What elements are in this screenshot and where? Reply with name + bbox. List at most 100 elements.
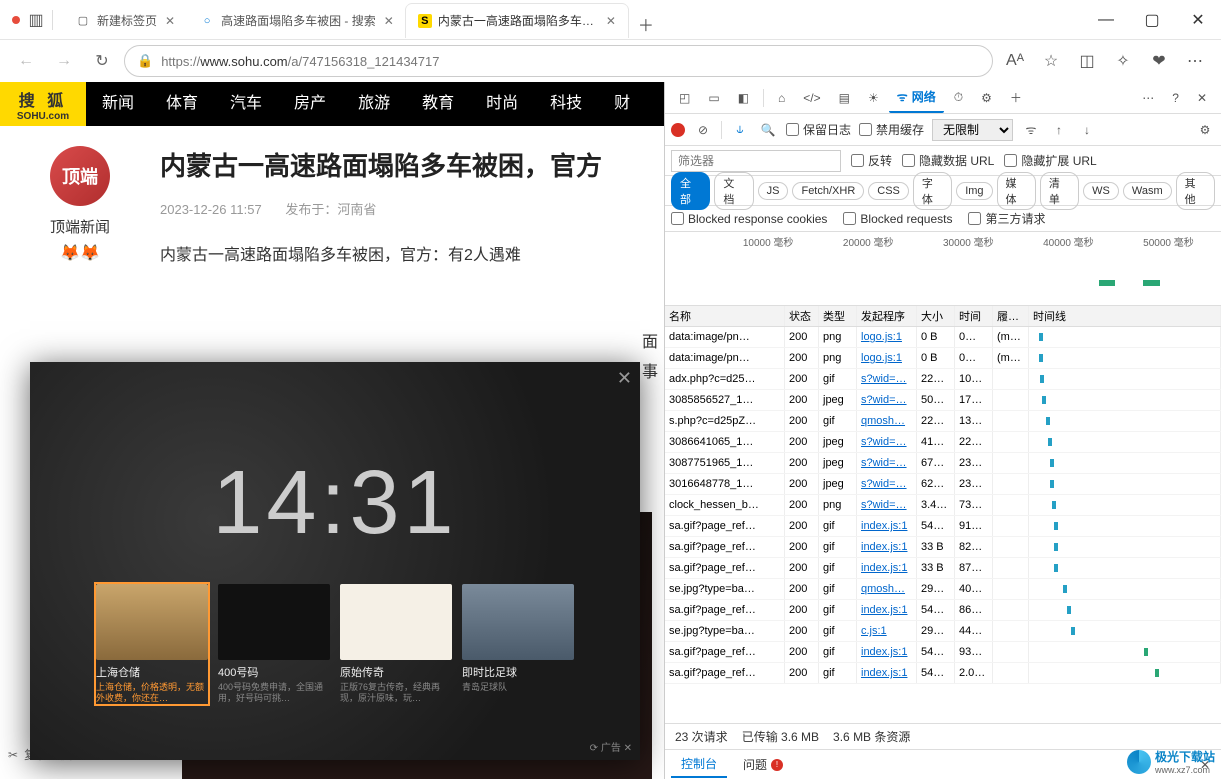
close-icon[interactable]: ✕ bbox=[606, 14, 616, 28]
column-header[interactable]: 履… bbox=[993, 306, 1029, 326]
cell-initiator[interactable]: index.js:1 bbox=[857, 642, 917, 662]
table-row[interactable]: sa.gif?page_ref…200gifindex.js:154…91… bbox=[665, 516, 1221, 537]
hide-ext-url-checkbox[interactable]: 隐藏扩展 URL bbox=[1004, 152, 1096, 169]
cell-initiator[interactable]: s?wid=… bbox=[857, 495, 917, 515]
type-chip[interactable]: Img bbox=[956, 182, 992, 200]
table-row[interactable]: adx.php?c=d25…200gifs?wid=…22…10… bbox=[665, 369, 1221, 390]
ad-label[interactable]: ⟳ 广告 ✕ bbox=[590, 739, 632, 754]
minimize-button[interactable]: — bbox=[1083, 0, 1129, 40]
search-icon[interactable]: 🔍 bbox=[758, 120, 778, 140]
drawer-tab-issues[interactable]: 问题 ! bbox=[733, 752, 793, 777]
cell-initiator[interactable]: index.js:1 bbox=[857, 558, 917, 578]
close-icon[interactable]: ✕ bbox=[384, 14, 394, 28]
devtools-close-button[interactable]: ✕ bbox=[1189, 85, 1215, 111]
invert-checkbox[interactable]: 反转 bbox=[851, 152, 892, 169]
cell-initiator[interactable]: qmosh… bbox=[857, 579, 917, 599]
type-chip[interactable]: 清单 bbox=[1040, 172, 1079, 210]
ad-card[interactable]: 上海仓储 上海仓储，价格透明，无额外收费，你还在… bbox=[96, 584, 208, 704]
type-chip[interactable]: CSS bbox=[868, 182, 909, 200]
ad-card[interactable]: 原始传奇 正版76复古传奇，经典再现，原汁原味，玩… bbox=[340, 584, 452, 704]
table-row[interactable]: 3086641065_1…200jpegs?wid=…41…22… bbox=[665, 432, 1221, 453]
nav-item[interactable]: 时尚 bbox=[470, 82, 534, 126]
column-header[interactable]: 发起程序 bbox=[857, 306, 917, 326]
author-card[interactable]: 顶端 顶端新闻 🦊🦊 bbox=[20, 146, 140, 271]
clear-button[interactable]: ⊘ bbox=[693, 120, 713, 140]
network-timeline[interactable]: 10000 毫秒20000 毫秒30000 毫秒40000 毫秒50000 毫秒… bbox=[665, 232, 1221, 306]
more-tools-button[interactable]: ⋯ bbox=[1134, 85, 1162, 111]
blocked-requests-checkbox[interactable]: Blocked requests bbox=[843, 212, 952, 226]
sohu-logo[interactable]: 搜 狐 SOHU.com bbox=[0, 82, 86, 126]
third-party-checkbox[interactable]: 第三方请求 bbox=[968, 210, 1045, 227]
type-chip[interactable]: WS bbox=[1083, 182, 1119, 200]
nav-item[interactable]: 财 bbox=[598, 82, 646, 126]
cell-initiator[interactable]: c.js:1 bbox=[857, 621, 917, 641]
nav-item[interactable]: 汽车 bbox=[214, 82, 278, 126]
table-row[interactable]: clock_hessen_b…200pngs?wid=…3.4…73… bbox=[665, 495, 1221, 516]
cell-initiator[interactable]: index.js:1 bbox=[857, 516, 917, 536]
nav-item[interactable]: 新闻 bbox=[86, 82, 150, 126]
table-row[interactable]: data:image/pn…200pnglogo.js:10 B0…(m… bbox=[665, 348, 1221, 369]
nav-item[interactable]: 旅游 bbox=[342, 82, 406, 126]
cell-initiator[interactable]: index.js:1 bbox=[857, 537, 917, 557]
filter-input[interactable] bbox=[671, 150, 841, 172]
menu-button[interactable]: ⋯ bbox=[1179, 45, 1211, 77]
type-chip[interactable]: 媒体 bbox=[997, 172, 1036, 210]
cell-initiator[interactable]: s?wid=… bbox=[857, 453, 917, 473]
nav-item[interactable]: 科技 bbox=[534, 82, 598, 126]
import-har-icon[interactable]: ↑ bbox=[1049, 120, 1069, 140]
inspect-element-icon[interactable]: ◰ bbox=[671, 85, 698, 111]
export-har-icon[interactable]: ↓ bbox=[1077, 120, 1097, 140]
preserve-log-checkbox[interactable]: 保留日志 bbox=[786, 121, 851, 138]
nav-item[interactable]: 教育 bbox=[406, 82, 470, 126]
forward-button[interactable]: → bbox=[48, 45, 80, 77]
table-row[interactable]: se.jpg?type=ba…200gifc.js:129…44… bbox=[665, 621, 1221, 642]
network-conditions-icon[interactable]: ᯤ bbox=[1021, 120, 1041, 140]
table-row[interactable]: sa.gif?page_ref…200gifindex.js:154…86… bbox=[665, 600, 1221, 621]
column-header[interactable]: 大小 bbox=[917, 306, 955, 326]
type-chip[interactable]: 文档 bbox=[714, 172, 753, 210]
tab-newtab[interactable]: ▢ 新建标签页 ✕ bbox=[63, 4, 187, 38]
maximize-button[interactable]: ▢ bbox=[1129, 0, 1175, 40]
dock-icon[interactable]: ◧ bbox=[730, 85, 757, 111]
type-chip[interactable]: 其他 bbox=[1176, 172, 1215, 210]
type-chip[interactable]: JS bbox=[758, 182, 789, 200]
favorite-button[interactable]: ☆ bbox=[1035, 45, 1067, 77]
tab-sohu[interactable]: S 内蒙古一高速路面塌陷多车被困 ✕ bbox=[406, 4, 628, 38]
hide-data-url-checkbox[interactable]: 隐藏数据 URL bbox=[902, 152, 994, 169]
cell-initiator[interactable]: s?wid=… bbox=[857, 432, 917, 452]
cell-initiator[interactable]: s?wid=… bbox=[857, 369, 917, 389]
cell-initiator[interactable]: index.js:1 bbox=[857, 600, 917, 620]
disable-cache-checkbox[interactable]: 禁用缓存 bbox=[859, 121, 924, 138]
tab-network[interactable]: ᯤ 网络 bbox=[889, 82, 944, 113]
tab-more[interactable]: ＋ bbox=[1002, 83, 1030, 112]
extension-icon[interactable]: ❤ bbox=[1143, 45, 1175, 77]
refresh-button[interactable]: ↻ bbox=[86, 45, 118, 77]
table-row[interactable]: sa.gif?page_ref…200gifindex.js:133 B87… bbox=[665, 558, 1221, 579]
cell-initiator[interactable]: qmosh… bbox=[857, 411, 917, 431]
ad-card[interactable]: 400号码 400号码免费申请，全国通用，好号码可挑… bbox=[218, 584, 330, 704]
collections-button[interactable]: ✧ bbox=[1107, 45, 1139, 77]
cell-initiator[interactable]: s?wid=… bbox=[857, 390, 917, 410]
column-header[interactable]: 名称 bbox=[665, 306, 785, 326]
throttle-select[interactable]: 无限制 bbox=[932, 119, 1013, 141]
column-header[interactable]: 时间线 bbox=[1029, 306, 1221, 326]
tab-sources[interactable]: ☀ bbox=[860, 85, 887, 111]
type-chip[interactable]: Wasm bbox=[1123, 182, 1172, 200]
nav-item[interactable]: 体育 bbox=[150, 82, 214, 126]
table-row[interactable]: sa.gif?page_ref…200gifindex.js:154…93… bbox=[665, 642, 1221, 663]
drawer-tab-console[interactable]: 控制台 bbox=[671, 751, 727, 778]
back-button[interactable]: ← bbox=[10, 45, 42, 77]
url-input[interactable]: 🔒 https://www.sohu.com/a/747156318_12143… bbox=[124, 45, 993, 77]
filter-toggle-icon[interactable]: ⫝ bbox=[730, 120, 750, 140]
cell-initiator[interactable]: s?wid=… bbox=[857, 474, 917, 494]
table-row[interactable]: s.php?c=d25pZ…200gifqmosh…22…13… bbox=[665, 411, 1221, 432]
table-row[interactable]: 3087751965_1…200jpegs?wid=…67…23… bbox=[665, 453, 1221, 474]
tab-elements[interactable]: </> bbox=[795, 85, 828, 111]
ad-card[interactable]: 即时比足球 青岛足球队 bbox=[462, 584, 574, 704]
table-row[interactable]: se.jpg?type=ba…200gifqmosh…29…40… bbox=[665, 579, 1221, 600]
help-button[interactable]: ? bbox=[1164, 85, 1187, 111]
type-chip[interactable]: 字体 bbox=[913, 172, 952, 210]
table-row[interactable]: 3085856527_1…200jpegs?wid=…50…17… bbox=[665, 390, 1221, 411]
table-row[interactable]: sa.gif?page_ref…200gifindex.js:133 B82… bbox=[665, 537, 1221, 558]
tab-search[interactable]: ○ 高速路面塌陷多车被困 - 搜索 ✕ bbox=[187, 4, 406, 38]
